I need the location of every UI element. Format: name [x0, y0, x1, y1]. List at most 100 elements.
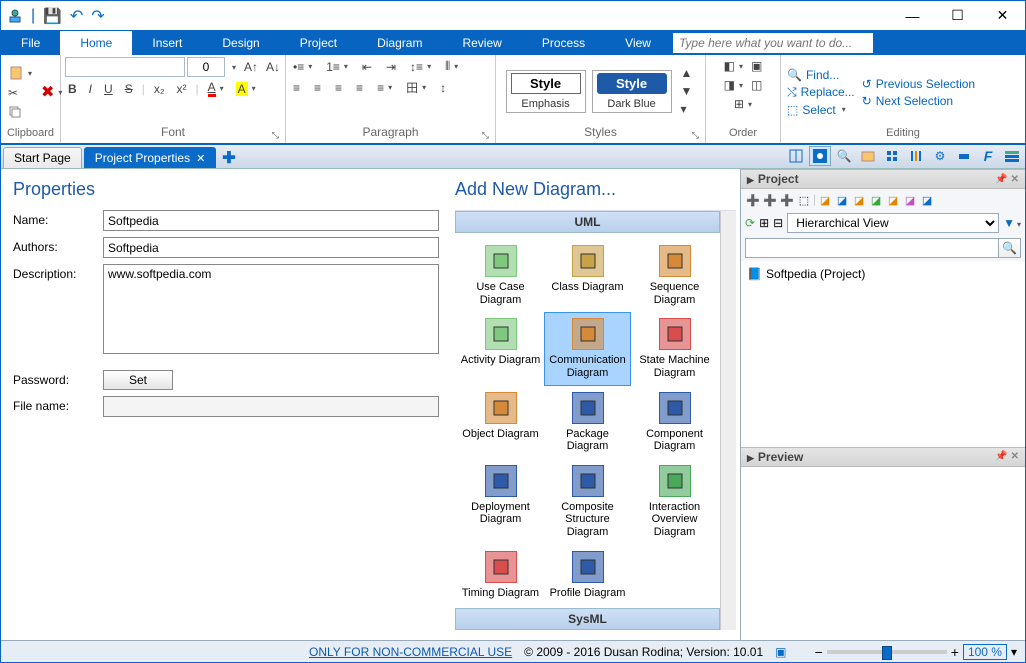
diagram-item[interactable]: Interaction Overview Diagram	[631, 459, 718, 545]
diagram-item[interactable]: Use Case Diagram	[457, 239, 544, 312]
style-more-icon[interactable]: ▾	[678, 100, 696, 118]
line-spacing-button[interactable]: ↕≡	[407, 58, 434, 76]
project-tree[interactable]: 📘 Softpedia (Project)	[741, 261, 1025, 447]
refresh-icon[interactable]: ⟳	[745, 216, 755, 230]
font-size-input[interactable]	[187, 57, 225, 77]
style-emphasis[interactable]: Style Emphasis	[506, 70, 586, 113]
pt-icon-9[interactable]: ◪	[885, 192, 901, 208]
diagram-item[interactable]: Deployment Diagram	[457, 459, 544, 545]
pt-icon-5[interactable]: ◪	[817, 192, 833, 208]
cut-icon[interactable]: ✂	[5, 84, 35, 102]
align-h-button[interactable]: ⫴	[442, 57, 461, 76]
add-tab-button[interactable]: ✚	[216, 148, 241, 168]
pt-icon-7[interactable]: ◪	[851, 192, 867, 208]
description-input[interactable]: www.softpedia.com	[103, 264, 439, 354]
increase-font-icon[interactable]: A↑	[241, 58, 261, 76]
font-name-input[interactable]	[65, 57, 185, 77]
password-set-button[interactable]: Set	[103, 370, 173, 390]
bullets-button[interactable]: •≡	[290, 58, 315, 76]
scrollbar[interactable]	[720, 211, 736, 630]
align-objects-button[interactable]: ⊞	[731, 95, 755, 113]
pt-icon-8[interactable]: ◪	[868, 192, 884, 208]
panel-icon-6[interactable]	[905, 146, 927, 166]
font-color-button[interactable]: A	[205, 78, 227, 99]
pt-icon-2[interactable]: ➕	[762, 192, 778, 208]
menu-design[interactable]: Design	[202, 31, 279, 55]
diagram-item[interactable]: Profile Diagram	[544, 545, 631, 606]
bold-button[interactable]: B	[65, 80, 80, 98]
numbering-button[interactable]: 1≡	[323, 58, 351, 76]
name-input[interactable]	[103, 210, 439, 231]
align-center-icon[interactable]: ≡	[311, 79, 324, 97]
menu-project[interactable]: Project	[280, 31, 357, 55]
menu-home[interactable]: Home	[60, 31, 132, 55]
panel-icon-5[interactable]	[881, 146, 903, 166]
tab-project-properties[interactable]: Project Properties✕	[84, 147, 217, 168]
style-down-icon[interactable]: ▼	[678, 82, 696, 100]
menu-review[interactable]: Review	[442, 31, 521, 55]
strike-button[interactable]: S	[122, 80, 136, 98]
menu-file[interactable]: File	[1, 31, 60, 55]
redo-icon[interactable]: ↷	[91, 6, 104, 26]
zoom-slider[interactable]	[827, 650, 947, 654]
pt-icon-3[interactable]: ➕	[779, 192, 795, 208]
diagram-item[interactable]: Timing Diagram	[457, 545, 544, 606]
diagram-item[interactable]: Component Diagram	[631, 386, 718, 459]
menu-process[interactable]: Process	[522, 31, 605, 55]
italic-button[interactable]: I	[86, 80, 95, 98]
tree-expand-icon[interactable]: ⊞	[759, 216, 769, 230]
panel-icon-1[interactable]	[785, 146, 807, 166]
indent-increase-icon[interactable]: ⇥	[383, 58, 399, 76]
pt-icon-4[interactable]: ⬚	[796, 192, 812, 208]
send-backward-button[interactable]: ◨	[721, 76, 746, 94]
panel-icon-3[interactable]: 🔍	[833, 146, 855, 166]
zoom-value[interactable]: 100 %	[963, 644, 1007, 660]
diagram-item[interactable]: Composite Structure Diagram	[544, 459, 631, 545]
diagram-item[interactable]: Activity Diagram	[457, 312, 544, 385]
uml-section-header[interactable]: UML	[455, 211, 720, 233]
undo-icon[interactable]: ↶	[70, 6, 83, 26]
align-left-icon[interactable]: ≡	[290, 79, 303, 97]
panel-icon-2[interactable]	[809, 146, 831, 166]
authors-input[interactable]	[103, 237, 439, 258]
minimize-button[interactable]: —	[890, 1, 935, 30]
panel-icon-10[interactable]	[1001, 146, 1023, 166]
project-panel-header[interactable]: Project📌 ✕	[741, 169, 1025, 189]
save-icon[interactable]: 💾	[43, 7, 62, 25]
diagram-item[interactable]: Package Diagram	[544, 386, 631, 459]
borders-button[interactable]: 田	[403, 77, 429, 98]
close-icon[interactable]: ✕	[196, 152, 205, 165]
diagram-item[interactable]: Class Diagram	[544, 239, 631, 312]
align-right-icon[interactable]: ≡	[332, 79, 345, 97]
ungroup-icon[interactable]: ◫	[748, 76, 765, 94]
copy-icon[interactable]	[5, 103, 35, 121]
replace-button[interactable]: ⤭Replace...	[785, 84, 857, 101]
zoom-dropdown[interactable]: ▾	[1011, 645, 1017, 659]
search-icon[interactable]: 🔍	[999, 238, 1021, 258]
highlight-button[interactable]: A	[233, 80, 259, 98]
license-link[interactable]: ONLY FOR NON-COMMERCIAL USE	[309, 645, 512, 659]
style-up-icon[interactable]: ▲	[678, 64, 696, 82]
style-dark-blue[interactable]: Style Dark Blue	[592, 70, 672, 113]
diagram-item[interactable]: Communication Diagram	[544, 312, 631, 385]
zoom-in-button[interactable]: +	[951, 644, 959, 660]
find-button[interactable]: 🔍Find...	[785, 67, 857, 83]
tell-me-input[interactable]	[673, 33, 873, 53]
underline-button[interactable]: U	[101, 80, 116, 98]
filter-icon[interactable]: ▼	[1003, 216, 1021, 230]
menu-view[interactable]: View	[605, 31, 671, 55]
superscript-icon[interactable]: x²	[174, 80, 190, 98]
close-button[interactable]: ✕	[980, 1, 1025, 30]
bring-forward-button[interactable]: ◧	[721, 57, 746, 75]
sort-icon[interactable]: ↕	[437, 79, 449, 97]
decrease-font-icon[interactable]: A↓	[263, 58, 283, 76]
align-v-button[interactable]: ≡	[374, 79, 395, 97]
next-selection-button[interactable]: ↻Next Selection	[860, 93, 977, 109]
view-select[interactable]: Hierarchical View	[787, 213, 999, 233]
menu-diagram[interactable]: Diagram	[357, 31, 442, 55]
group-icon[interactable]: ▣	[748, 57, 765, 75]
panel-icon-7[interactable]: ⚙	[929, 146, 951, 166]
preview-panel-header[interactable]: Preview📌 ✕	[741, 447, 1025, 467]
maximize-button[interactable]: ☐	[935, 1, 980, 30]
prev-selection-button[interactable]: ↺Previous Selection	[860, 76, 977, 92]
